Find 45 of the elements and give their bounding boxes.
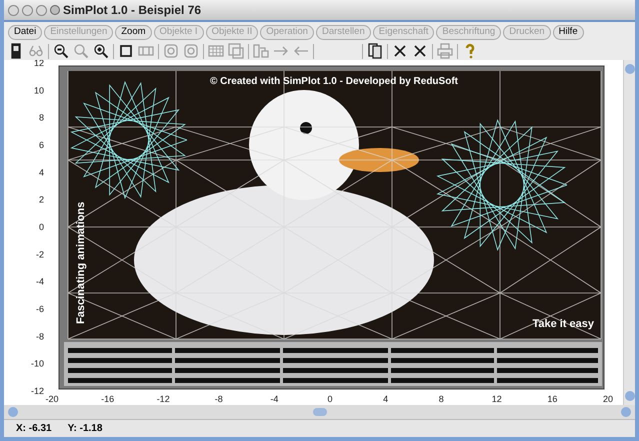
cross-icon[interactable] [412,43,428,59]
y-tick-label: 0 [38,222,44,232]
window-button[interactable] [8,4,19,16]
x-tick-label: -4 [270,394,278,404]
window-title: SimPlot 1.0 - Beispiel 76 [63,2,202,19]
x-tick-label: -16 [101,394,114,404]
vertical-scrollbar[interactable] [623,60,635,405]
x-tick-label: 12 [492,394,502,404]
y-tick-label: -10 [30,358,44,369]
menu-tab[interactable]: Zoom [115,24,152,40]
app-icon [50,5,60,15]
horizontal-scrollbar[interactable] [4,405,635,419]
vertical-text: Fascinating animations [75,202,87,324]
y-tick-label: -4 [36,276,44,287]
cross-icon[interactable] [392,43,408,59]
y-tick-label: -8 [36,331,44,342]
x-tick-label: -8 [214,394,223,404]
y-tick-label: 12 [34,60,44,68]
y-tick-label: 4 [38,167,44,178]
x-tick-label: -12 [156,394,170,404]
x-tick-label: 4 [383,394,388,404]
y-tick-label: -12 [30,386,44,396]
square-icon[interactable] [118,43,134,59]
x-tick-label: 0 [328,394,332,404]
y-tick-label: 8 [38,112,44,123]
zoom-out-icon[interactable] [53,43,69,59]
x-tick-label: 20 [603,394,613,404]
y-tick-label: 10 [34,85,44,96]
y-tick-label: 6 [38,140,44,150]
zoom-in-icon[interactable] [93,43,109,59]
window-button[interactable] [36,4,47,16]
x-tick-label: 16 [547,394,558,404]
x-tick-label: -20 [46,394,58,404]
window-button[interactable] [22,4,33,16]
menu-tab[interactable]: Hilfe [552,24,584,40]
y-tick-label: 2 [38,194,44,205]
x-coordinate: X: -6.31 [16,422,52,436]
y-tick-label: -2 [36,249,44,260]
pages-icon[interactable] [367,43,383,59]
scroll-thumb[interactable] [312,408,326,416]
menu-tab[interactable]: Datei [8,24,42,40]
y-tick-label: -6 [36,304,44,314]
image-caption: © Created with SimPlot 1.0 - Developed by ReduSoft [210,76,458,87]
x-tick-label: 8 [438,394,444,404]
y-coordinate: Y: -1.18 [68,422,102,436]
